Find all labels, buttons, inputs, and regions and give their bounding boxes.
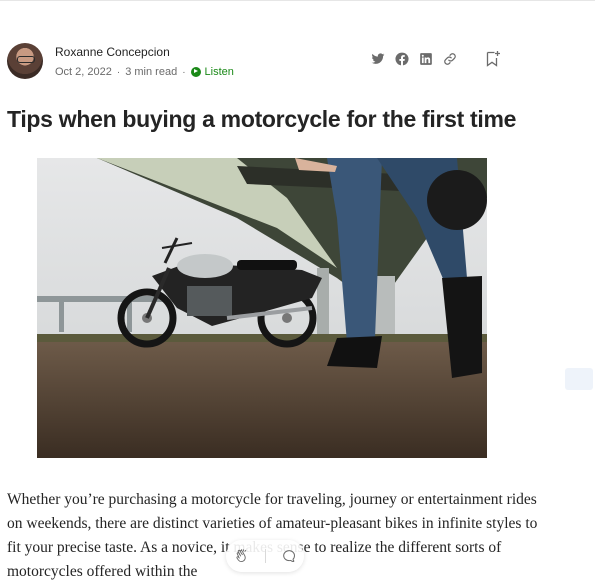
listen-button[interactable]: Listen (190, 66, 234, 78)
read-time: 3 min read (125, 66, 178, 78)
author-avatar-wrap[interactable] (7, 43, 43, 79)
share-bar (371, 52, 457, 66)
meta-separator: · (182, 66, 186, 78)
avatar[interactable] (7, 43, 43, 79)
linkedin-icon[interactable] (419, 52, 433, 66)
facebook-icon[interactable] (395, 52, 409, 66)
twitter-icon[interactable] (371, 52, 385, 66)
article-title: Tips when buying a motorcycle for the fi… (7, 106, 517, 132)
article-meta: Roxanne Concepcion Oct 2, 2022 · 3 min r… (55, 45, 234, 78)
side-tab[interactable] (565, 368, 593, 390)
meta-separator: · (116, 66, 121, 78)
play-icon (190, 67, 201, 77)
listen-label: Listen (204, 66, 234, 78)
comment-icon[interactable] (281, 548, 297, 564)
bookmark-add-icon[interactable] (485, 50, 501, 68)
reaction-divider (264, 549, 266, 563)
top-divider (0, 0, 595, 1)
clap-icon[interactable] (234, 548, 250, 564)
link-icon[interactable] (443, 52, 457, 66)
author-name[interactable]: Roxanne Concepcion (55, 45, 234, 59)
reaction-bar (226, 540, 304, 572)
publish-date: Oct 2, 2022 (55, 66, 112, 78)
article-hero-image (37, 158, 487, 458)
